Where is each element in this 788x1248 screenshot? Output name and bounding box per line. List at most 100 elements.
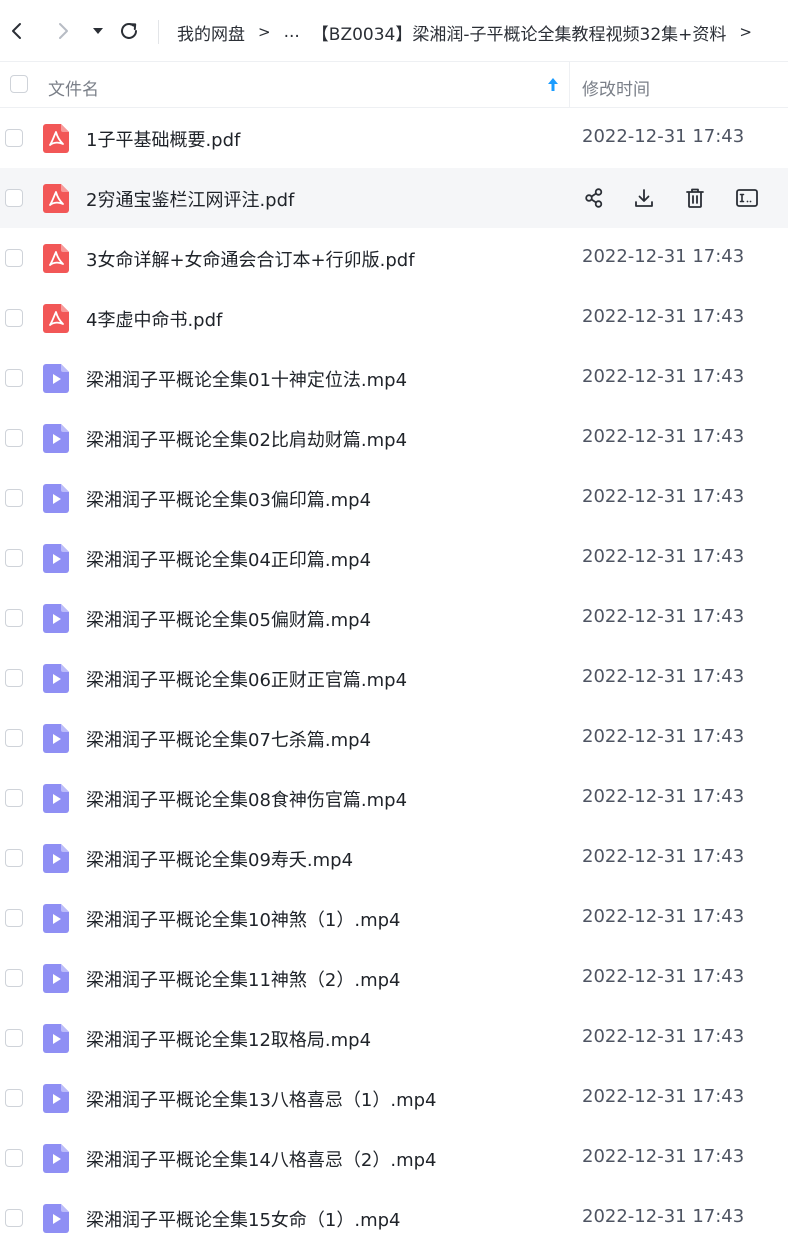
- file-name[interactable]: 梁湘润子平概论全集02比肩劫财篇.mp4: [86, 426, 407, 452]
- video-file-icon: [43, 844, 69, 873]
- file-row[interactable]: 梁湘润子平概论全集05偏财篇.mp4 2022-12-31 17:43: [0, 588, 788, 648]
- file-name[interactable]: 梁湘润子平概论全集09寿夭.mp4: [86, 846, 353, 872]
- share-icon: [585, 188, 603, 208]
- row-checkbox[interactable]: [5, 549, 23, 567]
- video-file-icon: [43, 964, 69, 993]
- trash-icon: [686, 188, 704, 208]
- refresh-button[interactable]: [114, 16, 144, 46]
- file-row[interactable]: 梁湘润子平概论全集02比肩劫财篇.mp4 2022-12-31 17:43: [0, 408, 788, 468]
- row-checkbox[interactable]: [5, 609, 23, 627]
- row-checkbox[interactable]: [5, 789, 23, 807]
- row-checkbox[interactable]: [5, 969, 23, 987]
- file-name[interactable]: 梁湘润子平概论全集12取格局.mp4: [86, 1026, 371, 1052]
- file-name[interactable]: 梁湘润子平概论全集08食神伤官篇.mp4: [86, 786, 407, 812]
- file-name[interactable]: 1子平基础概要.pdf: [86, 126, 240, 152]
- column-header-modified[interactable]: 修改时间: [582, 75, 650, 100]
- file-modified-time: 2022-12-31 17:43: [582, 426, 745, 447]
- row-checkbox[interactable]: [5, 849, 23, 867]
- file-row[interactable]: 梁湘润子平概论全集04正印篇.mp4 2022-12-31 17:43: [0, 528, 788, 588]
- row-checkbox[interactable]: [5, 1209, 23, 1227]
- file-row[interactable]: 梁湘润子平概论全集01十神定位法.mp4 2022-12-31 17:43: [0, 348, 788, 408]
- file-row[interactable]: 1子平基础概要.pdf 2022-12-31 17:43: [0, 108, 788, 168]
- video-file-icon: [43, 1144, 69, 1173]
- file-modified-time: 2022-12-31 17:43: [582, 606, 745, 627]
- file-name[interactable]: 梁湘润子平概论全集04正印篇.mp4: [86, 546, 371, 572]
- breadcrumb-current[interactable]: 【BZ0034】梁湘润-子平概论全集教程视频32集+资料: [312, 20, 727, 45]
- file-row[interactable]: 梁湘润子平概论全集11神煞（2）.mp4 2022-12-31 17:43: [0, 948, 788, 1008]
- file-modified-time: 2022-12-31 17:43: [582, 726, 745, 747]
- breadcrumb: 我的网盘 > ... 【BZ0034】梁湘润-子平概论全集教程视频32集+资料 …: [177, 18, 765, 46]
- column-header-name[interactable]: 文件名: [48, 75, 99, 100]
- file-row[interactable]: 梁湘润子平概论全集10神煞（1）.mp4 2022-12-31 17:43: [0, 888, 788, 948]
- forward-button[interactable]: [48, 16, 78, 46]
- row-checkbox[interactable]: [5, 249, 23, 267]
- file-name[interactable]: 梁湘润子平概论全集05偏财篇.mp4: [86, 606, 371, 632]
- file-modified-time: 2022-12-31 17:43: [582, 1086, 745, 1107]
- file-row[interactable]: 梁湘润子平概论全集03偏印篇.mp4 2022-12-31 17:43: [0, 468, 788, 528]
- row-checkbox[interactable]: [5, 189, 23, 207]
- row-checkbox[interactable]: [5, 369, 23, 387]
- breadcrumb-ellipsis[interactable]: ...: [284, 22, 300, 42]
- rename-icon: [736, 189, 758, 207]
- video-file-icon: [43, 724, 69, 753]
- file-row[interactable]: 梁湘润子平概论全集08食神伤官篇.mp4 2022-12-31 17:43: [0, 768, 788, 828]
- file-row[interactable]: 梁湘润子平概论全集09寿夭.mp4 2022-12-31 17:43: [0, 828, 788, 888]
- video-file-icon: [43, 1204, 69, 1233]
- select-all-checkbox[interactable]: [10, 75, 28, 93]
- row-checkbox[interactable]: [5, 1149, 23, 1167]
- file-row[interactable]: 3女命详解+女命通会合订本+行卯版.pdf 2022-12-31 17:43: [0, 228, 788, 288]
- file-modified-time: 2022-12-31 17:43: [582, 486, 745, 507]
- delete-button[interactable]: [680, 183, 710, 213]
- file-modified-time: 2022-12-31 17:43: [582, 1146, 745, 1167]
- file-name[interactable]: 梁湘润子平概论全集07七杀篇.mp4: [86, 726, 371, 752]
- rename-button[interactable]: [732, 183, 762, 213]
- file-row[interactable]: 梁湘润子平概论全集07七杀篇.mp4 2022-12-31 17:43: [0, 708, 788, 768]
- file-name[interactable]: 梁湘润子平概论全集10神煞（1）.mp4: [86, 906, 401, 932]
- history-dropdown[interactable]: [84, 16, 112, 46]
- file-row[interactable]: 梁湘润子平概论全集13八格喜忌（1）.mp4 2022-12-31 17:43: [0, 1068, 788, 1128]
- breadcrumb-separator-icon: >: [739, 23, 752, 41]
- breadcrumb-root[interactable]: 我的网盘: [177, 20, 245, 45]
- file-name[interactable]: 梁湘润子平概论全集15女命（1）.mp4: [86, 1206, 401, 1232]
- file-name[interactable]: 梁湘润子平概论全集03偏印篇.mp4: [86, 486, 371, 512]
- row-checkbox[interactable]: [5, 729, 23, 747]
- row-checkbox[interactable]: [5, 309, 23, 327]
- video-file-icon: [43, 664, 69, 693]
- file-name[interactable]: 2穷通宝鉴栏江网评注.pdf: [86, 186, 294, 212]
- file-modified-time: 2022-12-31 17:43: [582, 1206, 745, 1227]
- file-name[interactable]: 梁湘润子平概论全集06正财正官篇.mp4: [86, 666, 407, 692]
- file-name[interactable]: 梁湘润子平概论全集13八格喜忌（1）.mp4: [86, 1086, 437, 1112]
- file-name[interactable]: 梁湘润子平概论全集01十神定位法.mp4: [86, 366, 407, 392]
- breadcrumb-separator-icon: >: [258, 23, 271, 41]
- file-row[interactable]: 梁湘润子平概论全集14八格喜忌（2）.mp4 2022-12-31 17:43: [0, 1128, 788, 1188]
- file-modified-time: 2022-12-31 17:43: [582, 546, 745, 567]
- file-name[interactable]: 3女命详解+女命通会合订本+行卯版.pdf: [86, 246, 415, 272]
- file-modified-time: 2022-12-31 17:43: [582, 666, 745, 687]
- row-checkbox[interactable]: [5, 489, 23, 507]
- row-checkbox[interactable]: [5, 429, 23, 447]
- file-name[interactable]: 4李虚中命书.pdf: [86, 306, 222, 332]
- toolbar: 我的网盘 > ... 【BZ0034】梁湘润-子平概论全集教程视频32集+资料 …: [0, 0, 788, 62]
- video-file-icon: [43, 364, 69, 393]
- row-checkbox[interactable]: [5, 1089, 23, 1107]
- pdf-file-icon: [43, 124, 69, 153]
- file-row[interactable]: 梁湘润子平概论全集12取格局.mp4 2022-12-31 17:43: [0, 1008, 788, 1068]
- file-row[interactable]: 2穷通宝鉴栏江网评注.pdf: [0, 168, 788, 228]
- file-modified-time: 2022-12-31 17:43: [582, 906, 745, 927]
- file-row[interactable]: 4李虚中命书.pdf 2022-12-31 17:43: [0, 288, 788, 348]
- file-name[interactable]: 梁湘润子平概论全集14八格喜忌（2）.mp4: [86, 1146, 437, 1172]
- chevron-right-icon: [59, 23, 68, 39]
- pdf-file-icon: [43, 304, 69, 333]
- row-checkbox[interactable]: [5, 909, 23, 927]
- file-name[interactable]: 梁湘润子平概论全集11神煞（2）.mp4: [86, 966, 401, 992]
- share-button[interactable]: [579, 183, 609, 213]
- download-button[interactable]: [629, 183, 659, 213]
- row-checkbox[interactable]: [5, 129, 23, 147]
- row-checkbox[interactable]: [5, 1029, 23, 1047]
- file-row[interactable]: 梁湘润子平概论全集15女命（1）.mp4 2022-12-31 17:43: [0, 1188, 788, 1248]
- back-button[interactable]: [2, 16, 32, 46]
- sort-ascending-icon[interactable]: [543, 75, 563, 95]
- file-row[interactable]: 梁湘润子平概论全集06正财正官篇.mp4 2022-12-31 17:43: [0, 648, 788, 708]
- row-checkbox[interactable]: [5, 669, 23, 687]
- video-file-icon: [43, 424, 69, 453]
